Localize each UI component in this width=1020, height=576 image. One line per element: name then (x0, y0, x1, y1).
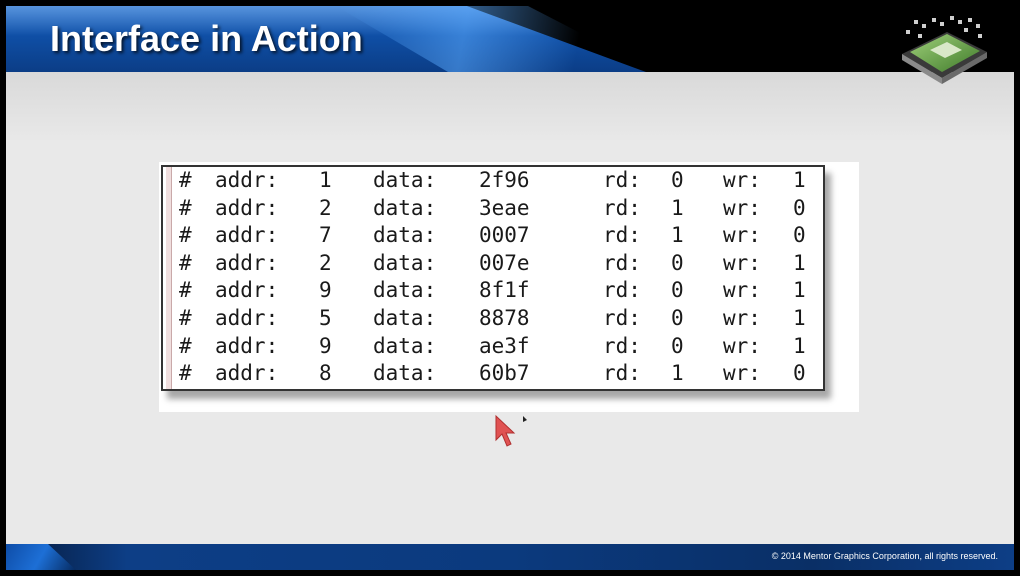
copyright-notice: © 2014 Mentor Graphics Corporation, all … (771, 551, 998, 561)
data-label: data: (373, 278, 437, 303)
addr-label: addr: (215, 361, 279, 386)
rd-label: rd: (603, 305, 641, 330)
terminal-margin-rail (166, 167, 172, 389)
wr-label: wr: (723, 278, 761, 303)
data-value: 2f96 (479, 168, 530, 192)
addr-label: addr: (215, 250, 279, 275)
wr-value: 1 (793, 278, 806, 303)
transcript-line: # addr: 7 data: 0007 rd: 1 wr: 0 (179, 222, 819, 250)
addr-value: 5 (319, 305, 332, 330)
rd-value: 1 (671, 223, 684, 248)
wr-label: wr: (723, 361, 761, 386)
data-label: data: (373, 223, 437, 248)
data-label: data: (373, 195, 437, 220)
line-hash: # (179, 223, 192, 248)
addr-label: addr: (215, 278, 279, 303)
data-value: ae3f (479, 333, 530, 358)
slide: Interface in Action # addr: 1 data: 2f96 rd: 0… (6, 6, 1014, 570)
rd-value: 0 (671, 250, 684, 275)
line-hash: # (179, 250, 192, 275)
addr-value: 9 (319, 278, 332, 303)
rd-label: rd: (603, 223, 641, 248)
wr-label: wr: (723, 333, 761, 358)
rd-value: 0 (671, 333, 684, 358)
addr-value: 9 (319, 333, 332, 358)
transcript-line: # addr: 9 data: 8f1f rd: 0 wr: 1 (179, 277, 819, 305)
transcript-line: # addr: 5 data: 8878 rd: 0 wr: 1 (179, 305, 819, 333)
rd-value: 1 (671, 195, 684, 220)
line-hash: # (179, 278, 192, 303)
addr-value: 2 (319, 250, 332, 275)
rd-label: rd: (603, 361, 641, 386)
addr-label: addr: (215, 223, 279, 248)
wr-label: wr: (723, 250, 761, 275)
transcript-line: # addr: 1 data: 2f96 rd: 0 wr: 1 (179, 167, 819, 195)
data-label: data: (373, 361, 437, 386)
rd-label: rd: (603, 278, 641, 303)
wr-label: wr: (723, 305, 761, 330)
transcript-line: # addr: 8 data: 60b7 rd: 1 wr: 0 (179, 360, 819, 388)
line-hash: # (179, 361, 192, 386)
data-value: 007e (479, 250, 530, 275)
pointer-dot-icon (523, 416, 527, 422)
data-value: 3eae (479, 195, 530, 220)
wr-label: wr: (723, 168, 761, 192)
wr-value: 0 (793, 223, 806, 248)
wr-value: 1 (793, 168, 806, 192)
rd-label: rd: (603, 168, 641, 192)
data-value: 8878 (479, 305, 530, 330)
mouse-pointer-icon (495, 414, 516, 447)
data-value: 8f1f (479, 278, 530, 303)
addr-value: 1 (319, 168, 332, 192)
rd-label: rd: (603, 195, 641, 220)
transcript-line: # addr: 9 data: ae3f rd: 0 wr: 1 (179, 333, 819, 361)
data-label: data: (373, 250, 437, 275)
rd-value: 0 (671, 168, 684, 192)
slide-footer: © 2014 Mentor Graphics Corporation, all … (6, 544, 1014, 570)
wr-value: 1 (793, 305, 806, 330)
wr-value: 1 (793, 250, 806, 275)
addr-value: 2 (319, 195, 332, 220)
data-value: 60b7 (479, 361, 530, 386)
background-gradient (6, 72, 1014, 142)
wr-value: 1 (793, 333, 806, 358)
wr-value: 0 (793, 195, 806, 220)
addr-label: addr: (215, 168, 279, 192)
transcript-line: # addr: 2 data: 007e rd: 0 wr: 1 (179, 250, 819, 278)
wr-value: 0 (793, 361, 806, 386)
line-hash: # (179, 168, 192, 192)
line-hash: # (179, 333, 192, 358)
addr-label: addr: (215, 305, 279, 330)
rd-value: 1 (671, 361, 684, 386)
addr-label: addr: (215, 333, 279, 358)
line-hash: # (179, 305, 192, 330)
line-hash: # (179, 195, 192, 220)
rd-label: rd: (603, 250, 641, 275)
data-label: data: (373, 305, 437, 330)
wr-label: wr: (723, 223, 761, 248)
slide-header: Interface in Action (6, 6, 1014, 72)
data-label: data: (373, 168, 437, 192)
slide-title: Interface in Action (50, 18, 363, 59)
wr-label: wr: (723, 195, 761, 220)
transcript-lines: # addr: 1 data: 2f96 rd: 0 wr: 1 # addr: 2 data: 3eae… (179, 167, 819, 388)
rd-label: rd: (603, 333, 641, 358)
addr-value: 8 (319, 361, 332, 386)
data-value: 0007 (479, 223, 530, 248)
rd-value: 0 (671, 278, 684, 303)
transcript-window: # addr: 1 data: 2f96 rd: 0 wr: 1 # addr: 2 data: 3eae… (161, 165, 825, 391)
addr-value: 7 (319, 223, 332, 248)
addr-label: addr: (215, 195, 279, 220)
rd-value: 0 (671, 305, 684, 330)
transcript-line: # addr: 2 data: 3eae rd: 1 wr: 0 (179, 195, 819, 223)
chip-logo-icon (902, 16, 987, 84)
data-label: data: (373, 333, 437, 358)
